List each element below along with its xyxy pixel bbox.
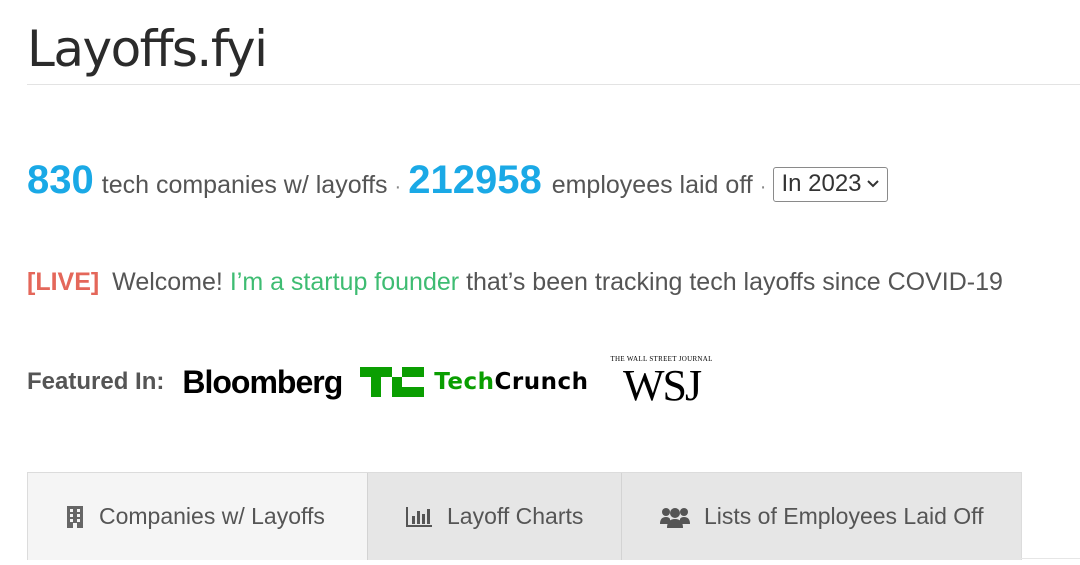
tab-lists[interactable]: Lists of Employees Laid Off (621, 473, 1021, 560)
year-select[interactable]: In 2023 (773, 166, 888, 202)
building-icon (65, 505, 85, 529)
employees-label: employees laid off (551, 171, 753, 199)
welcome-greeting: Welcome! (112, 268, 223, 296)
stats-separator: · (394, 176, 402, 198)
wsj-letters: WSJ (623, 361, 702, 410)
techcrunch-mark-icon (360, 367, 425, 397)
tab-charts[interactable]: Layoff Charts (367, 473, 621, 560)
year-select-value: In 2023 (781, 170, 862, 197)
techcrunch-crunch: Crunch (494, 369, 589, 395)
tabs-divider (1020, 558, 1080, 559)
stats-separator: · (759, 176, 767, 198)
featured-in: Featured In: Bloomberg TechCrunch THE WA… (27, 352, 713, 412)
wsj-logo[interactable]: THE WALL STREET JOURNAL WSJ (610, 356, 712, 408)
tab-companies-label: Companies w/ Layoffs (99, 503, 325, 529)
tab-companies[interactable]: Companies w/ Layoffs (28, 473, 367, 560)
welcome-message: [LIVE] Welcome! I’m a startup founder th… (27, 264, 1003, 300)
main-tabs: Companies w/ Layoffs Layoff Charts Lists… (27, 472, 1022, 560)
companies-count: 830 (27, 158, 94, 202)
companies-label: tech companies w/ layoffs (101, 171, 388, 199)
welcome-rest: that’s been tracking tech layoffs since … (466, 268, 1003, 296)
live-tag: [LIVE] (27, 268, 100, 296)
techcrunch-wordmark: TechCrunch (434, 369, 588, 395)
techcrunch-tech: Tech (434, 369, 495, 395)
tab-lists-label: Lists of Employees Laid Off (704, 503, 984, 529)
employees-count: 212958 (408, 158, 542, 202)
founder-link[interactable]: I’m a startup founder (230, 268, 459, 296)
chevron-down-icon (866, 176, 880, 192)
title-divider (27, 84, 1080, 85)
techcrunch-logo[interactable]: TechCrunch (360, 367, 588, 397)
bloomberg-logo[interactable]: Bloomberg (182, 364, 343, 401)
tab-charts-label: Layoff Charts (447, 503, 584, 529)
stats-summary: 830 tech companies w/ layoffs · 212958 e… (27, 150, 888, 210)
featured-label: Featured In: (27, 368, 165, 395)
site-title[interactable]: Layoffs.fyi (27, 14, 268, 84)
bar-chart-icon (405, 506, 433, 528)
users-icon (660, 506, 690, 528)
